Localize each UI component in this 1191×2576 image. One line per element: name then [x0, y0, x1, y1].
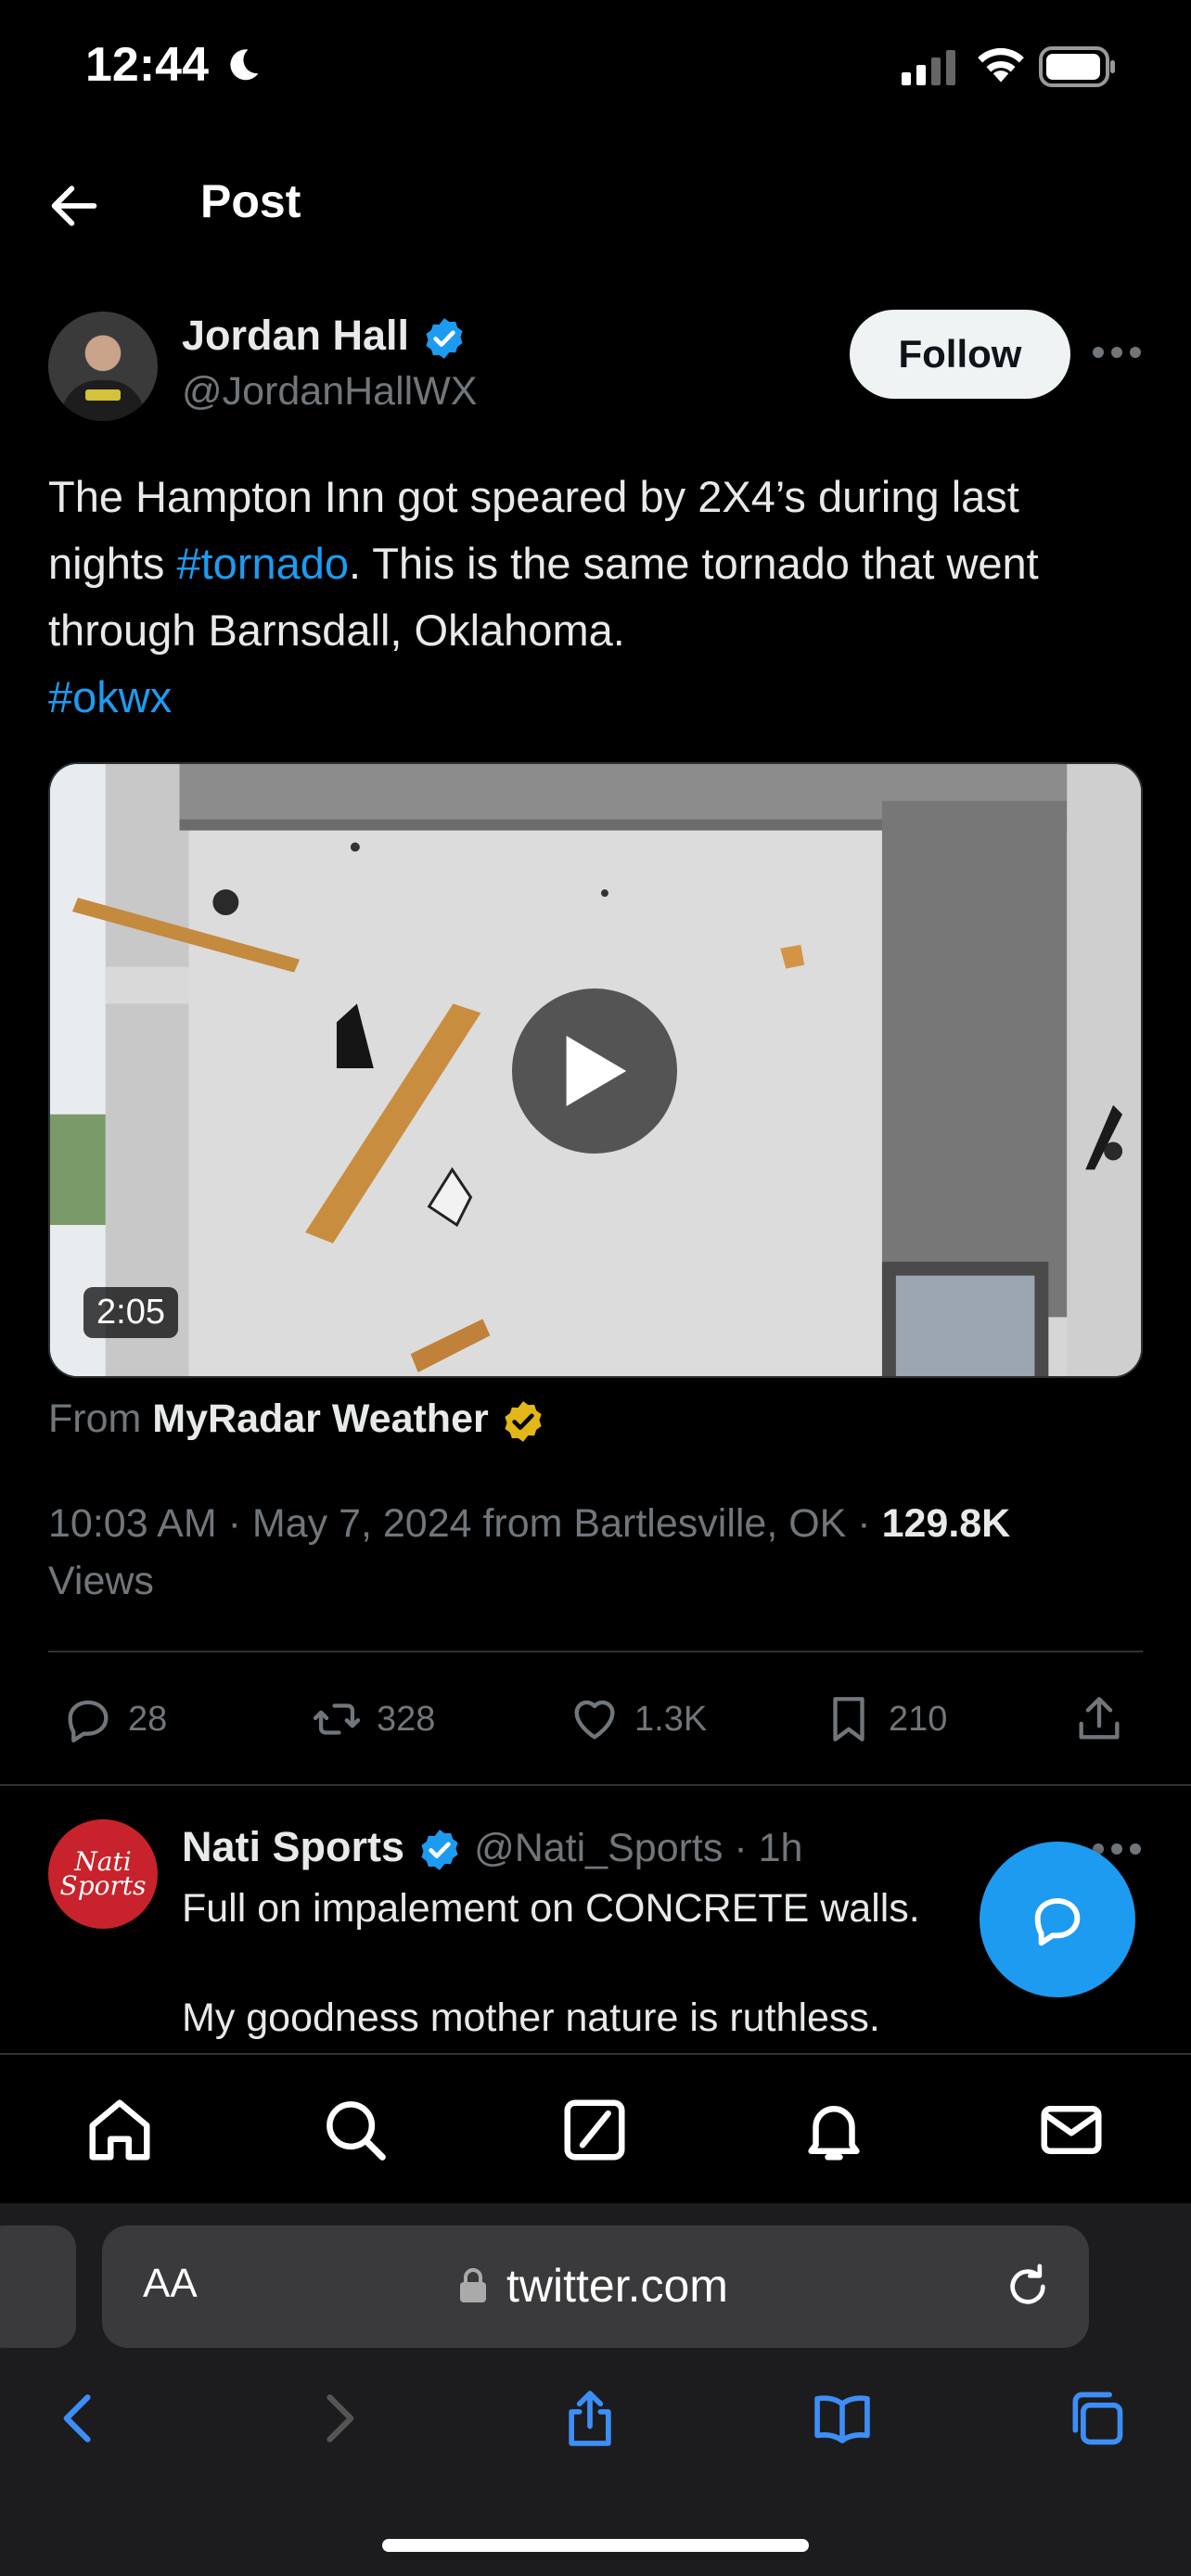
like-button[interactable]: 1.3K	[568, 1690, 707, 1749]
gold-verified-badge-icon	[505, 1400, 542, 1442]
tweet-meta: 10:03 AM · May 7, 2024 from Bartlesville…	[48, 1495, 1152, 1610]
tweet-text: The Hampton Inn got speared by 2X4’s dur…	[48, 464, 1152, 731]
share-icon	[1079, 1697, 1120, 1740]
aa-label: AA	[143, 2261, 198, 2306]
divider	[0, 1784, 1191, 1786]
compose-reply-button[interactable]	[980, 1842, 1135, 1997]
hashtag-link[interactable]: #okwx	[48, 664, 1152, 731]
moon-icon	[230, 49, 259, 81]
tweet-text-segment: nights	[48, 539, 177, 588]
tweet-text-line: through Barnsdall, Oklahoma.	[48, 606, 625, 655]
url-text: twitter.com	[506, 2260, 728, 2312]
like-count: 1.3K	[634, 1699, 708, 1739]
bookmarks-book-icon[interactable]	[811, 2387, 874, 2450]
hashtag-link[interactable]: #tornado	[176, 539, 349, 588]
cellular-signal-icon	[902, 50, 955, 85]
reload-icon[interactable]	[1002, 2259, 1054, 2315]
reply-author-row[interactable]: Nati Sports @Nati_Sports · 1h	[182, 1823, 802, 1873]
home-icon[interactable]	[83, 2094, 156, 2166]
divider	[48, 1651, 1143, 1652]
reader-settings-button[interactable]: AA	[143, 2261, 198, 2307]
reply-icon	[68, 1700, 109, 1743]
play-button[interactable]	[512, 988, 677, 1154]
tweet-text-line: nights #tornado. This is the same tornad…	[48, 530, 1152, 597]
reply-text-line: My goodness mother nature is ruthless.	[182, 1996, 880, 2040]
bookmark-icon	[833, 1697, 864, 1741]
wifi-icon	[978, 47, 1024, 83]
author-name: Jordan Hall	[182, 312, 410, 359]
tweet-text-segment: . This is the same tornado that went	[349, 539, 1039, 588]
source-prefix: From	[48, 1396, 142, 1441]
browser-forward-icon[interactable]	[306, 2387, 369, 2450]
page-title: Post	[200, 175, 301, 227]
reply-button[interactable]: 28	[61, 1690, 167, 1749]
grok-icon[interactable]	[558, 2094, 631, 2166]
repost-button[interactable]: 328	[310, 1690, 435, 1749]
bookmark-count: 210	[889, 1699, 948, 1739]
url-display[interactable]: twitter.com	[458, 2259, 728, 2313]
reply-text-line: Full on impalement on CONCRETE walls.	[182, 1886, 920, 1931]
reply-author-name: Nati Sports	[182, 1823, 405, 1870]
verified-badge-icon	[425, 318, 463, 359]
tweet-text-line: The Hampton Inn got speared by 2X4’s dur…	[48, 472, 1019, 521]
author-handle[interactable]: @JordanHallWX	[182, 369, 477, 414]
play-icon	[566, 1036, 627, 1106]
repost-icon	[313, 1703, 361, 1735]
heart-icon	[574, 1700, 615, 1740]
bookmark-button[interactable]: 210	[822, 1690, 947, 1749]
author-avatar[interactable]	[48, 312, 158, 421]
home-indicator	[382, 2539, 809, 2552]
chat-bubble-icon	[1034, 1898, 1081, 1946]
notifications-bell-icon[interactable]	[798, 2094, 870, 2166]
lock-icon	[460, 2268, 486, 2302]
search-icon[interactable]	[319, 2094, 391, 2166]
verified-badge-icon	[420, 1830, 458, 1870]
views-label: Views	[48, 1559, 154, 1603]
reply-handle: @Nati_Sports · 1h	[474, 1826, 803, 1870]
more-options-icon[interactable]	[1091, 334, 1143, 371]
share-button[interactable]	[1072, 1690, 1139, 1749]
browser-back-icon[interactable]	[48, 2387, 111, 2450]
tabs-overview-icon[interactable]	[1065, 2387, 1128, 2450]
status-time: 12:44	[85, 38, 209, 92]
author-name-row[interactable]: Jordan Hall	[182, 312, 467, 362]
back-arrow-icon[interactable]	[45, 176, 104, 236]
follow-button[interactable]: Follow	[850, 310, 1070, 399]
source-name[interactable]: MyRadar Weather	[152, 1396, 488, 1441]
views-count[interactable]: 129.8K	[882, 1501, 1011, 1546]
messages-envelope-icon[interactable]	[1035, 2094, 1108, 2166]
media-source[interactable]: From MyRadar Weather	[48, 1396, 546, 1445]
battery-icon	[1039, 46, 1115, 87]
previous-tab-preview[interactable]	[0, 2225, 76, 2348]
browser-share-icon[interactable]	[558, 2387, 621, 2450]
reply-count: 28	[128, 1699, 168, 1739]
reply-avatar[interactable]: Nati Sports	[48, 1819, 158, 1929]
tweet-timestamp: 10:03 AM · May 7, 2024 from Bartlesville…	[48, 1501, 882, 1546]
repost-count: 328	[377, 1699, 436, 1739]
video-duration: 2:05	[83, 1287, 178, 1338]
